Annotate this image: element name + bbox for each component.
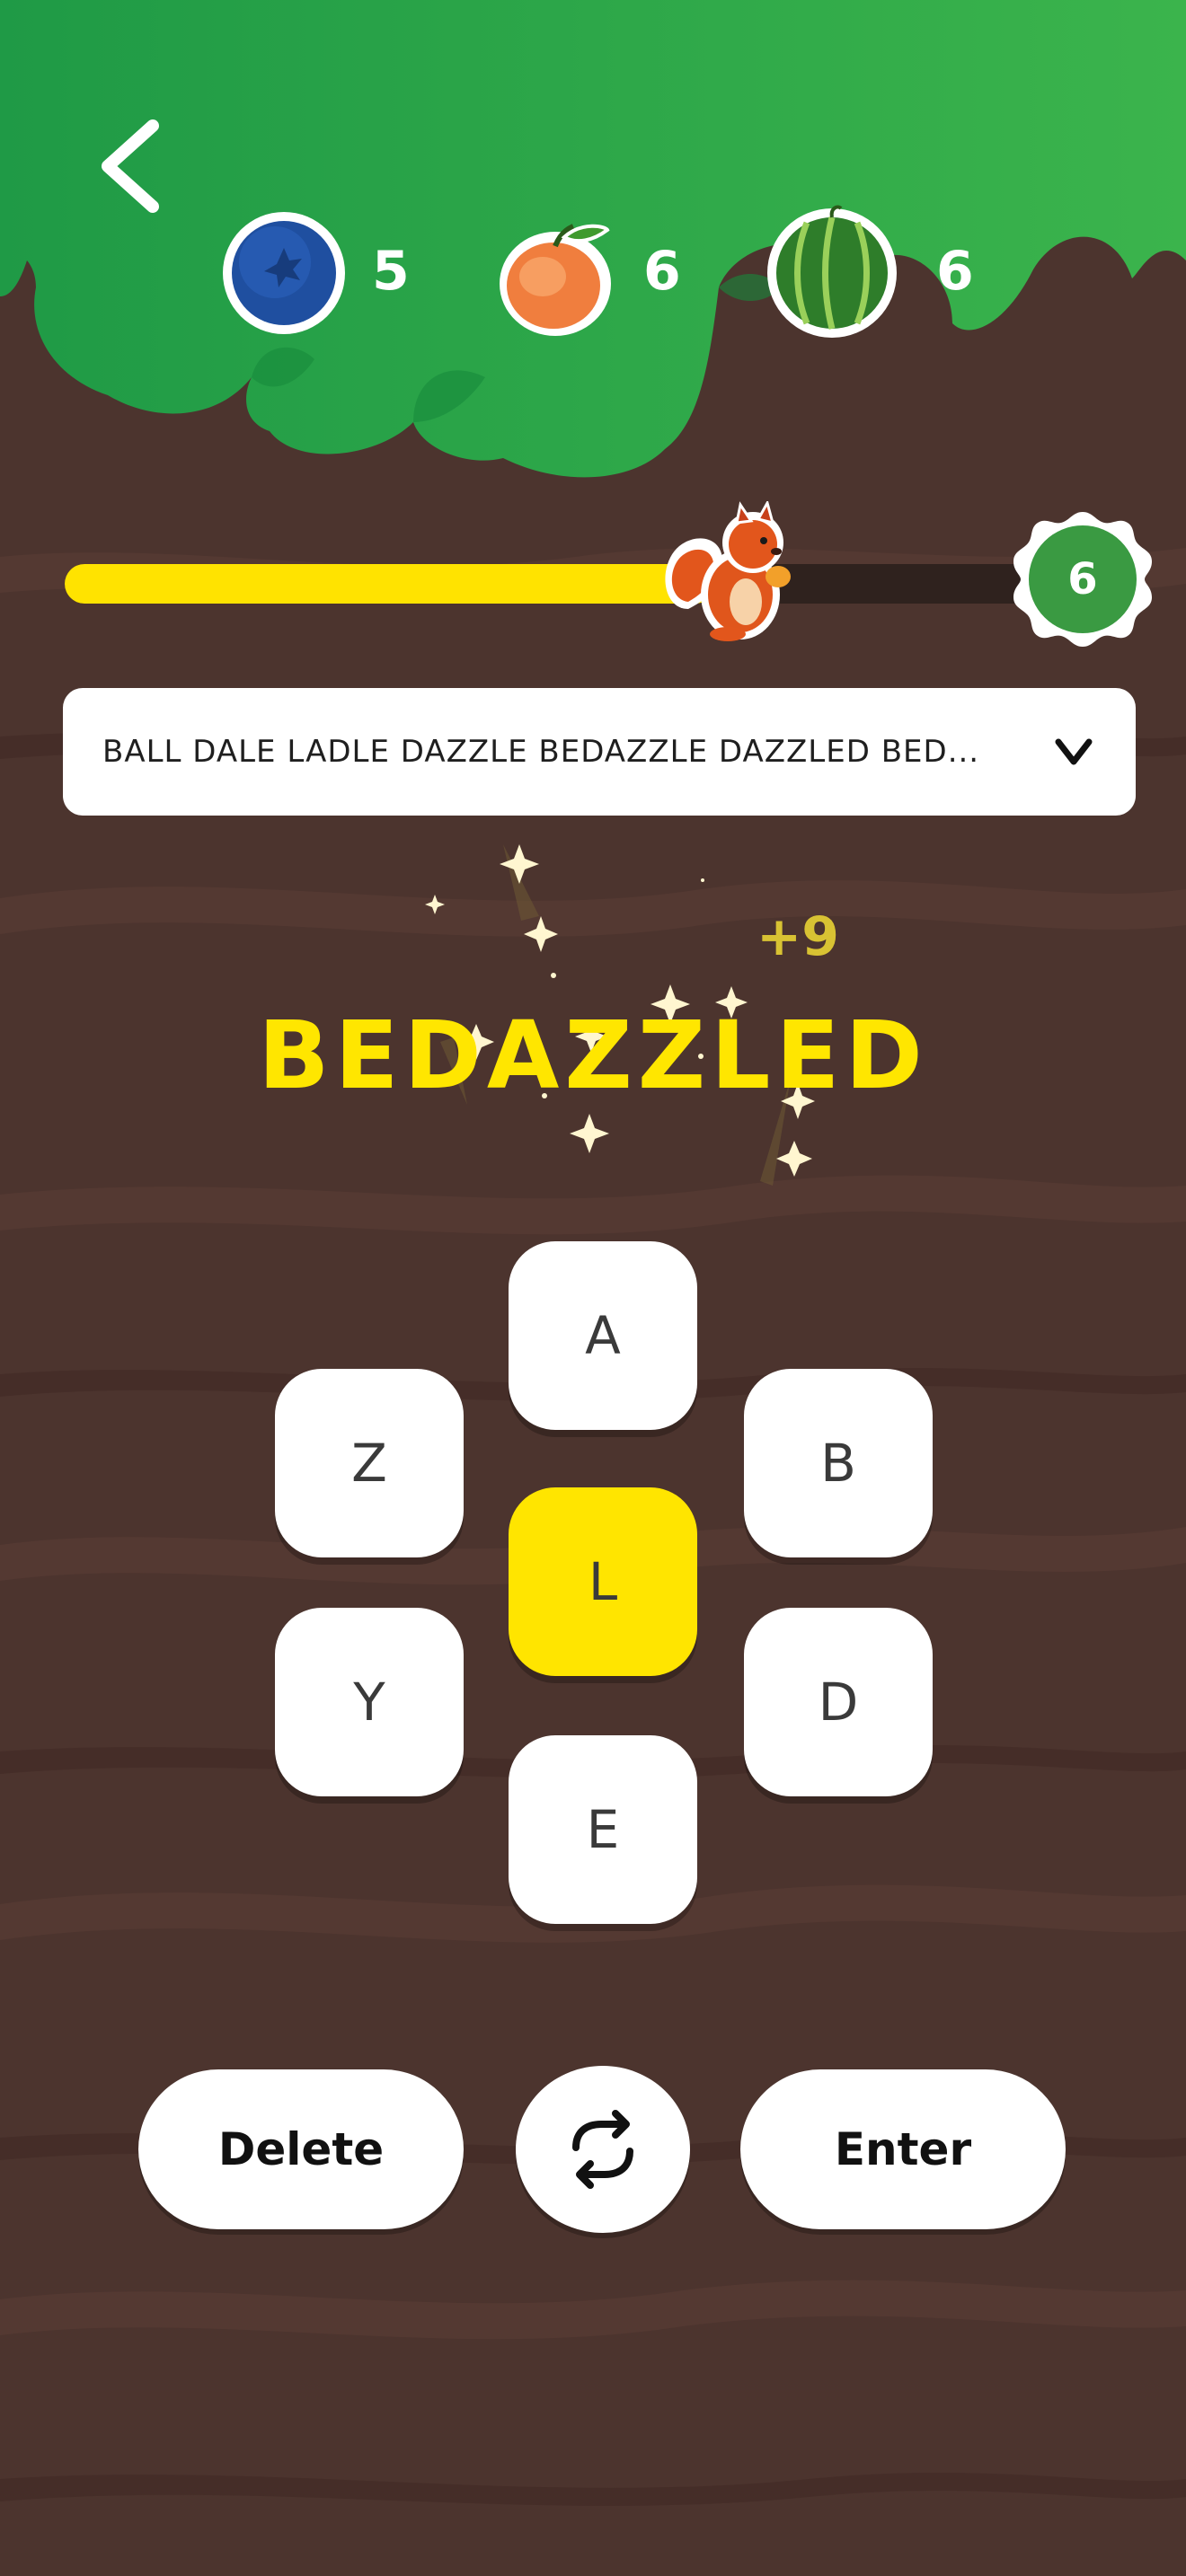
back-chevron-icon[interactable] <box>90 117 171 216</box>
progress-fill <box>65 564 715 604</box>
watermelon-icon <box>767 205 897 338</box>
watermelon-count: 6 <box>936 240 974 303</box>
found-words-dropdown[interactable]: BALL DALE LADLE DAZZLE BEDAZZLE DAZZLED … <box>63 688 1136 816</box>
found-words-text: BALL DALE LADLE DAZZLE BEDAZZLE DAZZLED … <box>102 734 980 770</box>
letter-tile-center[interactable]: L <box>509 1487 697 1676</box>
blueberry-icon <box>223 212 345 334</box>
letter-tile-bottom[interactable]: E <box>509 1735 697 1924</box>
enter-button[interactable]: Enter <box>740 2069 1066 2229</box>
letter-tile-lower-right[interactable]: D <box>744 1608 933 1796</box>
squirrel-icon <box>665 501 791 641</box>
peach-count: 6 <box>643 240 681 303</box>
letter-tile-top[interactable]: A <box>509 1241 697 1430</box>
blueberry-count: 5 <box>372 240 410 303</box>
level-number: 6 <box>1067 554 1098 604</box>
chevron-down-icon[interactable] <box>1053 731 1094 772</box>
progress-bar <box>65 564 1035 604</box>
shuffle-icon <box>572 2110 633 2189</box>
points-earned: +9 <box>757 905 840 968</box>
delete-button[interactable]: Delete <box>138 2069 464 2229</box>
letter-tile-upper-left[interactable]: Z <box>275 1369 464 1557</box>
shuffle-button[interactable] <box>516 2066 690 2233</box>
current-word: BEDAZZLED <box>258 1001 928 1110</box>
letter-tile-lower-left[interactable]: Y <box>275 1608 464 1796</box>
peach-icon <box>500 224 611 336</box>
letter-tile-upper-right[interactable]: B <box>744 1369 933 1557</box>
